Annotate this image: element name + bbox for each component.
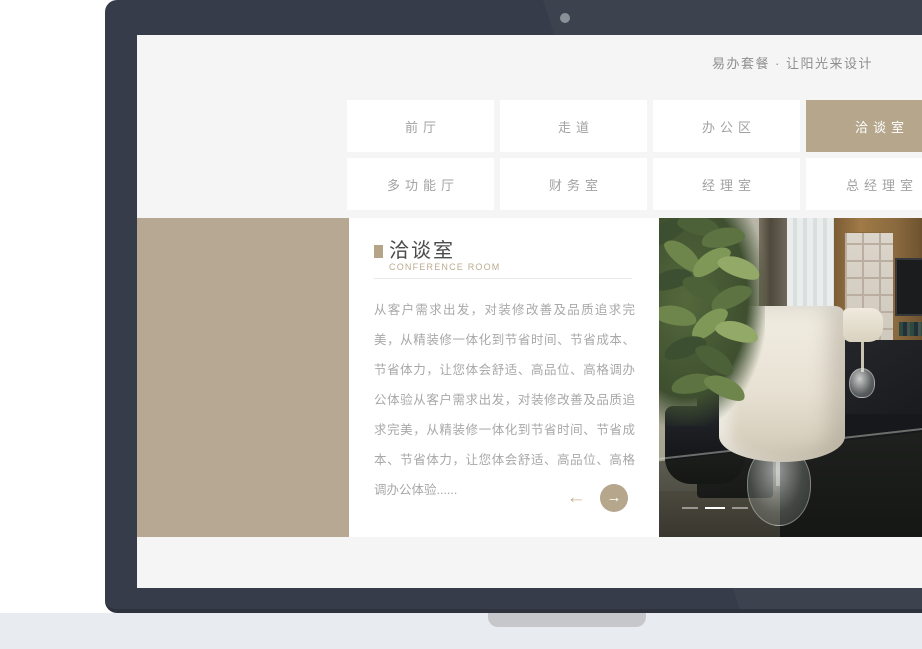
room-title: 洽谈室 <box>389 234 455 263</box>
room-info-panel: 洽谈室 CONFERENCE ROOM 从客户需求出发，对装修改善及品质追求完美… <box>349 218 659 537</box>
content-section: 洽谈室 CONFERENCE ROOM 从客户需求出发，对装修改善及品质追求完美… <box>137 218 922 537</box>
carousel-dots[interactable] <box>682 507 748 509</box>
room-tab-grid: 前厅 走道 办公区 洽谈室 多功能厅 财务室 经理室 总经理室 <box>347 100 922 210</box>
photo-tv-screen <box>895 258 922 316</box>
carousel-dot-3[interactable] <box>732 507 748 509</box>
photo-books <box>899 322 922 336</box>
tab-multifunction-hall[interactable]: 多功能厅 <box>347 158 494 210</box>
webcam-dot-icon <box>560 13 570 23</box>
carousel-next-arrow-button[interactable]: → <box>600 484 628 512</box>
room-subtitle: CONFERENCE ROOM <box>389 262 501 272</box>
room-description: 从客户需求出发，对装修改善及品质追求完美，从精装修一体化到节省时间、节省成本、节… <box>374 295 635 505</box>
photo-small-lampshade <box>843 308 883 342</box>
website-screen: 易办套餐 · 让阳光来设计 前厅 走道 办公区 洽谈室 多功能厅 财务室 经理室… <box>137 35 922 588</box>
carousel-dot-2[interactable] <box>705 507 725 509</box>
title-bullet-icon <box>374 245 383 258</box>
carousel-dot-1[interactable] <box>682 507 698 509</box>
title-divider <box>374 278 632 279</box>
tab-office-area[interactable]: 办公区 <box>653 100 800 152</box>
carousel-prev-arrow-icon[interactable]: ← <box>561 485 591 511</box>
tan-accent-block <box>137 218 349 537</box>
tab-front-hall[interactable]: 前厅 <box>347 100 494 152</box>
room-photo <box>659 218 922 537</box>
site-slogan: 易办套餐 · 让阳光来设计 <box>712 53 873 72</box>
monitor-stand <box>488 613 646 627</box>
photo-small-lamp-base <box>849 368 875 398</box>
tab-manager-room[interactable]: 经理室 <box>653 158 800 210</box>
laptop-frame: 易办套餐 · 让阳光来设计 前厅 走道 办公区 洽谈室 多功能厅 财务室 经理室… <box>105 0 922 613</box>
tab-finance-room[interactable]: 财务室 <box>500 158 647 210</box>
tab-meeting-room[interactable]: 洽谈室 <box>806 100 922 152</box>
tab-corridor[interactable]: 走道 <box>500 100 647 152</box>
tab-general-manager-room[interactable]: 总经理室 <box>806 158 922 210</box>
desk-surface <box>0 613 922 649</box>
